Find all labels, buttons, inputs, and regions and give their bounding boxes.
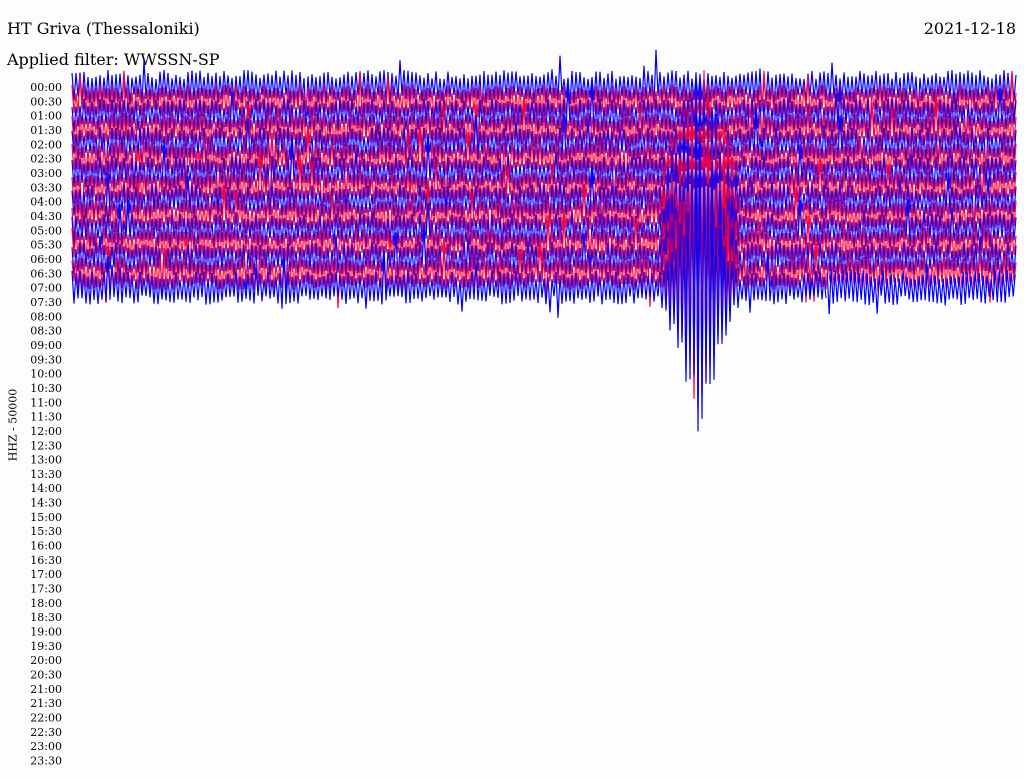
time-tick-label: 10:30 [30,382,62,395]
time-tick-label: 22:00 [30,712,62,725]
time-tick-label: 16:30 [30,554,62,567]
time-tick-label: 08:30 [30,325,62,338]
time-tick-label: 03:30 [30,181,62,194]
time-tick-label: 01:00 [30,110,62,123]
time-tick-label: 21:30 [30,697,62,710]
time-tick-label: 14:30 [30,497,62,510]
time-tick-label: 05:00 [30,224,62,237]
time-tick-label: 06:30 [30,267,62,280]
time-tick-label: 20:00 [30,654,62,667]
time-tick-label: 15:00 [30,511,62,524]
time-tick-label: 19:00 [30,626,62,639]
time-tick-label: 04:30 [30,210,62,223]
time-tick-label: 18:30 [30,611,62,624]
time-tick-label: 18:00 [30,597,62,610]
time-tick-label: 09:30 [30,353,62,366]
time-tick-label: 22:30 [30,726,62,739]
time-tick-label: 07:30 [30,296,62,309]
trace-row [71,101,1017,368]
time-tick-label: 13:30 [30,468,62,481]
time-tick-label: 13:00 [30,454,62,467]
time-tick-label: 20:30 [30,669,62,682]
time-tick-label: 11:00 [30,396,62,409]
time-tick-label: 17:00 [30,568,62,581]
time-tick-label: 12:00 [30,425,62,438]
time-tick-label: 01:30 [30,124,62,137]
seismogram-plot: 00:0000:30 01:0001:3002:00 02:3003:0003:30… [30,49,1017,768]
time-tick-label: 23:30 [30,755,62,768]
time-tick-label: 00:00 [30,81,62,94]
time-tick-label: 09:00 [30,339,62,352]
time-tick-label: 12:30 [30,439,62,452]
time-tick-label: 16:00 [30,540,62,553]
time-tick-label: 10:00 [30,368,62,381]
time-tick-label: 19:30 [30,640,62,653]
time-tick-labels: 00:0000:30 01:0001:3002:00 02:3003:0003:30… [30,81,62,768]
time-tick-label: 08:00 [30,310,62,323]
time-tick-label: 17:30 [30,583,62,596]
time-tick-label: 04:00 [30,196,62,209]
time-tick-label: 11:30 [30,411,62,424]
time-tick-label: 21:00 [30,683,62,696]
time-tick-label: 23:00 [30,740,62,753]
time-tick-label: 00:30 [30,95,62,108]
time-tick-label: 14:00 [30,482,62,495]
time-tick-label: 07:00 [30,282,62,295]
seismogram-traces [71,49,1017,432]
time-tick-label: 15:30 [30,525,62,538]
time-tick-label: 03:00 [30,167,62,180]
time-tick-label: 06:00 [30,253,62,266]
time-tick-label: 02:30 [30,153,62,166]
time-tick-label: 02:00 [30,138,62,151]
time-tick-label: 05:30 [30,239,62,252]
